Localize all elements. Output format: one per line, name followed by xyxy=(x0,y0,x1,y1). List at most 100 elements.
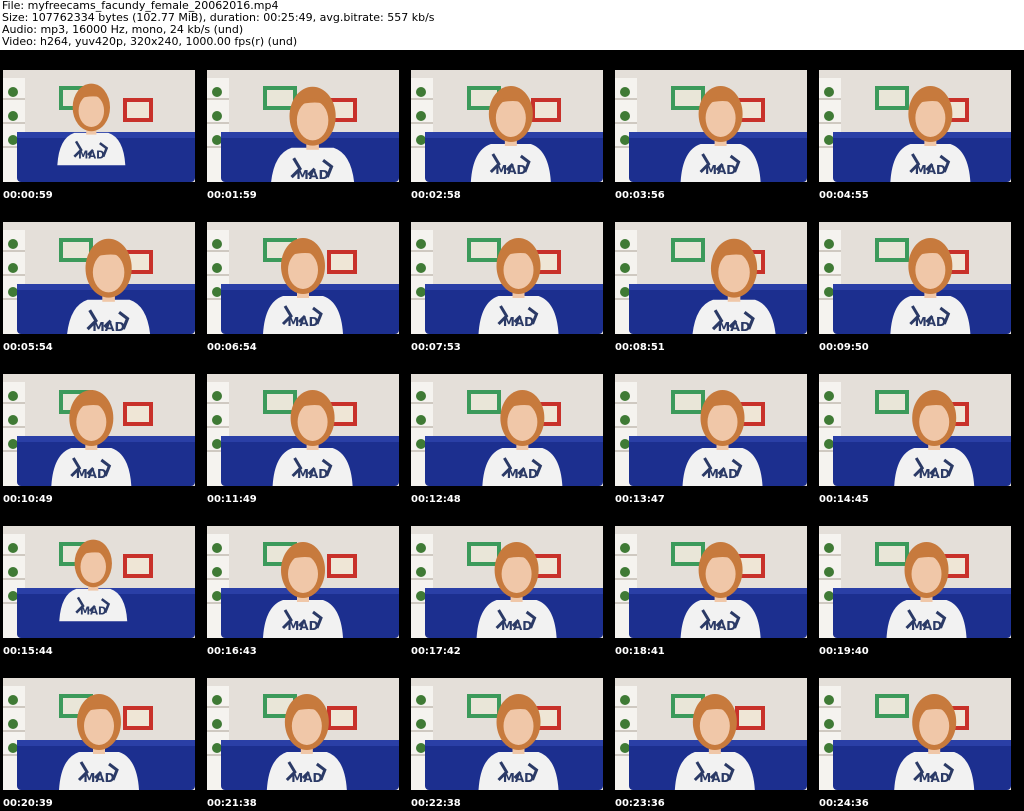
face xyxy=(705,555,736,593)
green-picture-canvas xyxy=(675,242,701,258)
video-frame: MAD xyxy=(612,658,816,810)
face xyxy=(919,707,950,745)
plant-icon xyxy=(8,743,18,753)
frame-illustration: MAD xyxy=(411,374,603,486)
video-frame: MAD xyxy=(408,50,612,202)
frame-image: MAD xyxy=(615,222,807,334)
shelf-board xyxy=(207,274,229,276)
plant-icon xyxy=(824,391,834,401)
plant-icon xyxy=(620,415,630,425)
plant-icon xyxy=(212,87,222,97)
shirt-text: MAD xyxy=(919,771,950,785)
plant-icon xyxy=(8,111,18,121)
plant-icon xyxy=(8,567,18,577)
green-picture-canvas xyxy=(675,394,701,410)
plant-icon xyxy=(212,591,222,601)
plant-icon xyxy=(8,239,18,249)
plant-icon xyxy=(824,743,834,753)
shelf-board xyxy=(207,426,229,428)
timestamp-label: 00:16:43 xyxy=(207,646,257,657)
frame-image: MAD xyxy=(615,678,807,790)
plant-icon xyxy=(212,135,222,145)
shelf-board xyxy=(615,706,637,708)
shelf-board xyxy=(207,554,229,556)
thumbnail: MAD 00:01:59 xyxy=(204,50,408,202)
shelf-board xyxy=(819,274,841,276)
thumbnail: MAD 00:17:42 xyxy=(408,506,612,658)
face xyxy=(296,100,329,141)
green-picture-canvas xyxy=(879,698,905,714)
video-frame: MAD xyxy=(816,354,1020,506)
shirt-text: MAD xyxy=(78,150,104,161)
plant-icon xyxy=(8,135,18,145)
plant-icon xyxy=(824,239,834,249)
timestamp-label: 00:01:59 xyxy=(207,190,257,201)
shelf-board xyxy=(207,402,229,404)
video-frame: MAD xyxy=(816,506,1020,658)
thumbnail: MAD 00:04:55 xyxy=(816,50,1020,202)
plant-icon xyxy=(212,439,222,449)
face xyxy=(92,252,125,293)
thumbnail: MAD 00:05:54 xyxy=(0,202,204,354)
plant-icon xyxy=(416,239,426,249)
video-frame: MAD xyxy=(204,506,408,658)
frame-illustration: MAD xyxy=(207,678,399,790)
shelf-board xyxy=(3,578,25,580)
thumbnail: MAD 00:23:36 xyxy=(612,658,816,810)
video-frame: MAD xyxy=(612,354,816,506)
plant-icon xyxy=(620,719,630,729)
shelf-board xyxy=(3,98,25,100)
thumbnail: MAD 00:08:51 xyxy=(612,202,816,354)
frame-illustration: MAD xyxy=(207,526,399,638)
face xyxy=(919,403,950,441)
frame-image: MAD xyxy=(819,222,1011,334)
red-picture-canvas xyxy=(127,710,149,726)
frame-illustration: MAD xyxy=(819,678,1011,790)
shirt-text: MAD xyxy=(495,163,526,177)
shirt-text: MAD xyxy=(503,315,534,329)
video-frame: MAD xyxy=(0,506,204,658)
frame-illustration: MAD xyxy=(615,374,807,486)
thumbnail: MAD 00:18:41 xyxy=(612,506,816,658)
shelf-board xyxy=(3,730,25,732)
shirt-text: MAD xyxy=(501,619,532,633)
shirt-text: MAD xyxy=(291,771,322,785)
shelf-board xyxy=(3,250,25,252)
thumbnail: MAD 00:14:45 xyxy=(816,354,1020,506)
red-picture-canvas xyxy=(535,102,557,118)
plant-icon xyxy=(212,391,222,401)
timestamp-label: 00:23:36 xyxy=(615,798,665,809)
shelf-board xyxy=(411,402,433,404)
thumbnail: MAD 00:16:43 xyxy=(204,506,408,658)
plant-icon xyxy=(8,415,18,425)
frame-illustration: MAD xyxy=(3,70,195,182)
plant-icon xyxy=(416,591,426,601)
plant-icon xyxy=(212,743,222,753)
plant-icon xyxy=(620,439,630,449)
thumbnail: MAD 00:12:48 xyxy=(408,354,612,506)
plant-icon xyxy=(824,719,834,729)
plant-icon xyxy=(212,543,222,553)
frame-image: MAD xyxy=(411,374,603,486)
shirt-text: MAD xyxy=(915,315,946,329)
shelf-board xyxy=(411,250,433,252)
video-frame: MAD xyxy=(0,354,204,506)
frame-image: MAD xyxy=(411,222,603,334)
shelf-board xyxy=(207,706,229,708)
frame-image: MAD xyxy=(207,374,399,486)
shelf-board xyxy=(819,402,841,404)
face xyxy=(78,94,105,127)
shelf-board xyxy=(411,706,433,708)
face xyxy=(76,403,107,441)
shelf-board xyxy=(207,578,229,580)
frame-illustration: MAD xyxy=(819,222,1011,334)
shelf-board xyxy=(615,730,637,732)
plant-icon xyxy=(620,391,630,401)
face xyxy=(297,403,328,441)
shelf-board xyxy=(3,402,25,404)
plant-icon xyxy=(8,591,18,601)
file-info-header: File: myfreecams_facundy_female_20062016… xyxy=(2,0,1022,50)
timestamp-label: 00:00:59 xyxy=(3,190,53,201)
face xyxy=(288,555,318,593)
video-info-line: Video: h264, yuv420p, 320x240, 1000.00 f… xyxy=(2,35,298,48)
